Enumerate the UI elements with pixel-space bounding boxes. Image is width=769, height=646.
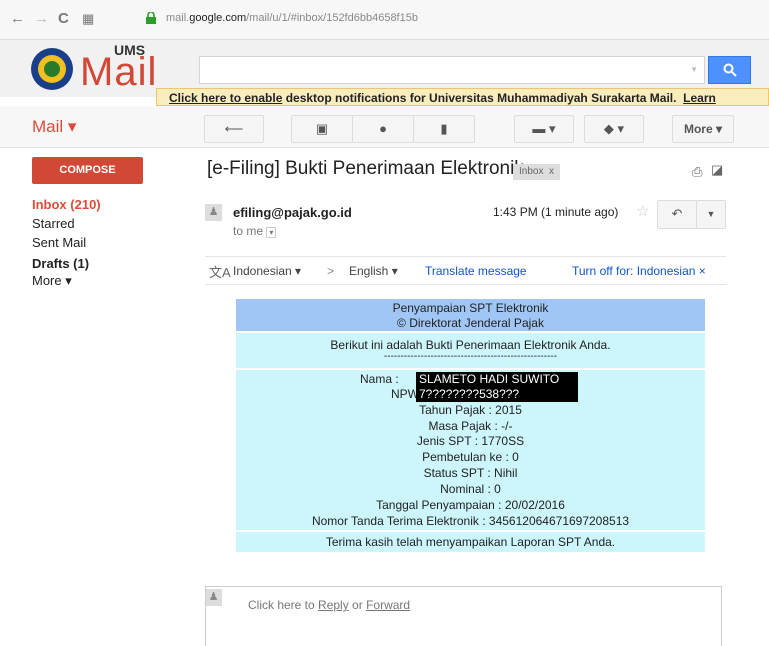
search-options-icon[interactable]: ▼ [690,65,698,74]
forward-link[interactable]: Forward [366,598,410,612]
arrow-left-icon: ⟵ [224,121,244,136]
status-spt: Status SPT : Nihil [423,466,518,480]
chevron-down-icon: ▼ [706,209,716,219]
receipt-header: Penyampaian SPT Elektronik © Direktorat J… [236,299,705,331]
show-details-icon[interactable]: ▾ [266,227,277,238]
translate-bar: 文A Indonesian ▾ > English ▾ Translate me… [205,256,726,285]
reply-box[interactable] [205,586,722,646]
back-to-inbox-button[interactable]: ⟵ [204,115,264,143]
print-icon[interactable]: ⎙ [692,164,702,180]
university-seal-icon [31,48,73,90]
move-to-button[interactable]: ▬ ▾ [514,115,574,143]
search-button[interactable] [708,56,751,84]
more-actions-button[interactable]: More ▾ [672,115,734,143]
compose-button[interactable]: COMPOSE [32,157,143,184]
learn-more-link[interactable]: Learn [683,91,716,105]
report-spam-button[interactable]: ● [352,115,414,143]
reply-prompt: Click here to Reply or Forward [248,598,411,612]
delete-button[interactable]: ▮ [413,115,475,143]
translate-message-link[interactable]: Translate message [425,264,527,278]
dashed-separator: ----------------------------------------… [383,351,558,362]
notification-bar: Click here to enable desktop notificatio… [156,88,769,106]
trash-icon: ▮ [440,121,448,136]
address-bar[interactable]: mail.google.com/mail/u/1/#inbox/152fd6bb… [166,12,418,24]
spam-icon: ● [379,121,387,136]
divider [236,368,705,370]
search-input[interactable]: ▼ [199,56,705,84]
arrow-right-icon: > [327,264,335,278]
npwp-value: 7????????538??? [419,387,520,401]
receipt-thanks: Terima kasih telah menyampaikan Laporan … [325,535,616,549]
email-subject: [e-Filing] Bukti Penerimaan Elektronik [207,158,524,179]
sidebar-item-drafts[interactable]: Drafts (1) [32,256,89,271]
email-time: 1:43 PM (1 minute ago) [493,205,619,219]
label-icon: ◆ ▾ [603,121,625,136]
divider [236,331,705,333]
reply-icon: ↶ [671,206,683,221]
pembetulan: Pembetulan ke : 0 [422,450,519,464]
reload-icon[interactable]: C [58,10,69,27]
nama-label: Nama : [360,372,399,386]
turn-off-translation-link[interactable]: Turn off for: Indonesian × [572,264,706,278]
more-reply-options-button[interactable]: ▼ [696,200,726,229]
recipient-details[interactable]: to me ▾ [233,224,277,238]
sidebar-item-inbox[interactable]: Inbox (210) [32,197,101,212]
mail-menu[interactable]: Mail ▾ [32,117,76,137]
forward-icon[interactable]: → [34,10,49,27]
source-language-select[interactable]: Indonesian ▾ [233,264,301,278]
sidebar-item-sent[interactable]: Sent Mail [32,235,86,250]
sender-avatar: ♟ [205,204,222,221]
reply-link[interactable]: Reply [318,598,349,612]
lock-icon [146,12,156,24]
jenis-spt: Jenis SPT : 1770SS [416,434,525,448]
labels-button[interactable]: ◆ ▾ [584,115,644,143]
translate-icon: 文A [209,265,231,280]
folder-icon: ▬ ▾ [532,121,556,136]
sidebar-item-starred[interactable]: Starred [32,216,75,231]
divider [236,530,705,532]
enable-notifications-link[interactable]: Click here to enable [169,91,282,105]
masa-pajak: Masa Pajak : -/- [428,419,513,433]
inbox-label-badge: Inbox x [513,164,561,180]
tanggal-penyampaian: Tanggal Penyampaian : 20/02/2016 [376,498,565,512]
search-icon [723,63,737,77]
star-icon[interactable]: ☆ [636,202,649,220]
nomor-tanda-terima: Nomor Tanda Terima Elektronik : 34561206… [311,514,630,528]
archive-icon: ▣ [315,121,329,136]
back-icon[interactable]: ← [10,10,25,27]
reply-button[interactable]: ↶ [657,200,697,229]
apps-icon[interactable]: ▦ [82,11,94,27]
target-language-select[interactable]: English ▾ [349,264,398,278]
logo-mail-text: Mail [80,50,158,94]
remove-label-icon[interactable]: x [549,166,554,177]
archive-button[interactable]: ▣ [291,115,353,143]
nominal: Nominal : 0 [440,482,501,496]
new-window-icon[interactable]: ◪ [711,162,723,178]
sender-address[interactable]: efiling@pajak.go.id [233,205,352,220]
ums-mail-logo[interactable]: UMS Mail [30,40,170,98]
nama-value: SLAMETO HADI SUWITO [419,372,560,386]
tahun-pajak: Tahun Pajak : 2015 [419,403,522,417]
sidebar-item-more[interactable]: More ▾ [32,273,72,289]
